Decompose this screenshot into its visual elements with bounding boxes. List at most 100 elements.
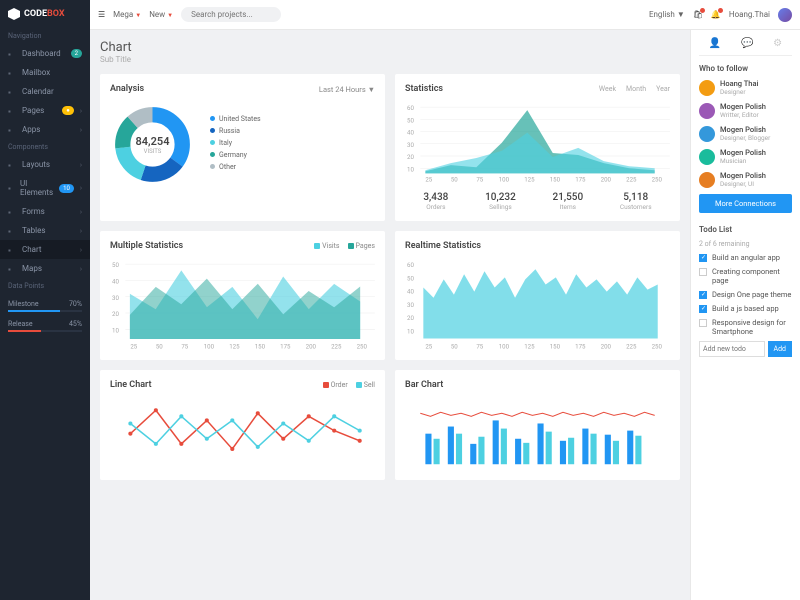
- svg-text:250: 250: [652, 343, 663, 350]
- nav-item-mailbox[interactable]: ▪Mailbox: [0, 63, 90, 82]
- nav-icon: ▪: [8, 184, 14, 192]
- chevron-right-icon: ›: [80, 126, 82, 134]
- logo[interactable]: CODEBOX: [0, 0, 90, 28]
- page-subtitle: Sub Title: [100, 55, 680, 64]
- legend-item: Germany: [210, 151, 261, 159]
- svg-text:25: 25: [425, 176, 432, 183]
- more-connections-button[interactable]: More Connections: [699, 194, 792, 213]
- nav-section-label: Data Points: [0, 278, 90, 294]
- todo-item[interactable]: Creating component page: [699, 267, 792, 285]
- nav-item-maps[interactable]: ▪Maps›: [0, 259, 90, 278]
- nav-item-chart[interactable]: ▪Chart›: [0, 240, 90, 259]
- add-todo-button[interactable]: Add: [768, 341, 792, 357]
- svg-text:175: 175: [575, 343, 586, 350]
- stat-metric: 3,438Orders: [423, 192, 448, 211]
- nav-icon: ▪: [8, 107, 16, 115]
- legend-item: Pages: [348, 242, 375, 250]
- follow-item[interactable]: Mogen PolishWritter, Editor: [699, 102, 792, 119]
- svg-text:30: 30: [407, 142, 414, 149]
- time-tab-week[interactable]: Week: [599, 85, 616, 93]
- multiple-statistics-card: Multiple Statistics VisitsPages 50403020…: [100, 231, 385, 361]
- svg-text:125: 125: [524, 343, 535, 350]
- svg-text:100: 100: [204, 343, 215, 350]
- legend-item: Russia: [210, 127, 261, 135]
- svg-text:50: 50: [407, 117, 414, 124]
- checkbox[interactable]: [699, 291, 707, 299]
- tab-chat-icon[interactable]: 💬: [741, 38, 753, 49]
- statistics-chart: 605040302010 255075100125150175200225250: [405, 102, 670, 184]
- legend-item: Sell: [356, 381, 375, 389]
- realtime-card: Realtime Statistics 605040302010 2550751…: [395, 231, 680, 361]
- follow-item[interactable]: Hoang ThaiDesigner: [699, 79, 792, 96]
- svg-text:50: 50: [451, 176, 458, 183]
- svg-text:75: 75: [476, 176, 483, 183]
- avatar: [699, 149, 715, 165]
- todo-item[interactable]: Build an angular app: [699, 253, 792, 262]
- svg-text:50: 50: [112, 262, 119, 269]
- follow-item[interactable]: Mogen PolishMusician: [699, 148, 792, 165]
- svg-text:150: 150: [550, 176, 561, 183]
- avatar: [699, 172, 715, 188]
- todo-item[interactable]: Design One page theme: [699, 290, 792, 299]
- nav-item-forms[interactable]: ▪Forms›: [0, 202, 90, 221]
- svg-text:200: 200: [601, 343, 612, 350]
- checkbox[interactable]: [699, 254, 707, 262]
- tab-users-icon[interactable]: 👤: [709, 38, 721, 49]
- svg-text:10: 10: [112, 327, 119, 334]
- bar-chart-card: Bar Chart: [395, 370, 680, 479]
- todo-input[interactable]: [699, 341, 765, 357]
- svg-text:40: 40: [407, 288, 414, 295]
- nav-icon: ▪: [8, 69, 16, 77]
- checkbox[interactable]: [699, 268, 707, 276]
- bell-icon[interactable]: 🔔: [711, 10, 721, 19]
- svg-text:175: 175: [280, 343, 291, 350]
- nav-item-dashboard[interactable]: ▪Dashboard2: [0, 44, 90, 63]
- new-menu[interactable]: New ▼: [149, 10, 173, 19]
- todo-item[interactable]: Responsive design for Smartphone: [699, 318, 792, 336]
- svg-text:20: 20: [112, 311, 119, 318]
- topbar: ☰ Mega ▼ New ▼ English ▼ 🛍 🔔 Hoang.Thai: [90, 0, 800, 30]
- avatar[interactable]: [778, 8, 792, 22]
- svg-text:30: 30: [112, 294, 119, 301]
- legend-item: Italy: [210, 139, 261, 147]
- avatar: [699, 126, 715, 142]
- nav-icon: ▪: [8, 246, 16, 254]
- svg-text:50: 50: [156, 343, 163, 350]
- nav-icon: ▪: [8, 126, 16, 134]
- legend-item: Visits: [314, 242, 339, 250]
- nav-icon: ▪: [8, 161, 16, 169]
- nav-icon: ▪: [8, 227, 16, 235]
- nav-item-layouts[interactable]: ▪Layouts›: [0, 155, 90, 174]
- svg-text:75: 75: [181, 343, 188, 350]
- logo-icon: [8, 8, 20, 20]
- todo-item[interactable]: Build a js based app: [699, 304, 792, 313]
- nav-item-apps[interactable]: ▪Apps›: [0, 120, 90, 139]
- nav-item-ui-elements[interactable]: ▪UI Elements10›: [0, 174, 90, 202]
- svg-text:175: 175: [575, 176, 586, 183]
- user-name[interactable]: Hoang.Thai: [729, 10, 770, 19]
- time-dropdown[interactable]: Last 24 Hours ▼: [319, 85, 375, 94]
- checkbox[interactable]: [699, 319, 707, 327]
- chevron-right-icon: ›: [80, 184, 82, 192]
- svg-text:30: 30: [407, 301, 414, 308]
- svg-text:10: 10: [407, 166, 414, 173]
- search-input[interactable]: [181, 7, 281, 22]
- cart-icon[interactable]: 🛍: [693, 10, 703, 19]
- svg-text:150: 150: [255, 343, 266, 350]
- nav-item-tables[interactable]: ▪Tables›: [0, 221, 90, 240]
- follow-item[interactable]: Mogen PolishDesigner, UI: [699, 171, 792, 188]
- time-tab-year[interactable]: Year: [656, 85, 670, 93]
- nav-item-pages[interactable]: ▪Pages●›: [0, 101, 90, 120]
- line-chart: [110, 398, 375, 469]
- chevron-right-icon: ›: [80, 161, 82, 169]
- language-menu[interactable]: English ▼: [649, 10, 685, 19]
- chevron-right-icon: ›: [80, 227, 82, 235]
- time-tab-month[interactable]: Month: [626, 85, 646, 93]
- tab-gear-icon[interactable]: ⚙: [773, 38, 782, 49]
- checkbox[interactable]: [699, 305, 707, 313]
- nav-icon: ▪: [8, 265, 16, 273]
- mega-menu[interactable]: Mega ▼: [113, 10, 141, 19]
- menu-icon[interactable]: ☰: [98, 10, 105, 19]
- follow-item[interactable]: Mogen PolishDesigner, Blogger: [699, 125, 792, 142]
- nav-item-calendar[interactable]: ▪Calendar: [0, 82, 90, 101]
